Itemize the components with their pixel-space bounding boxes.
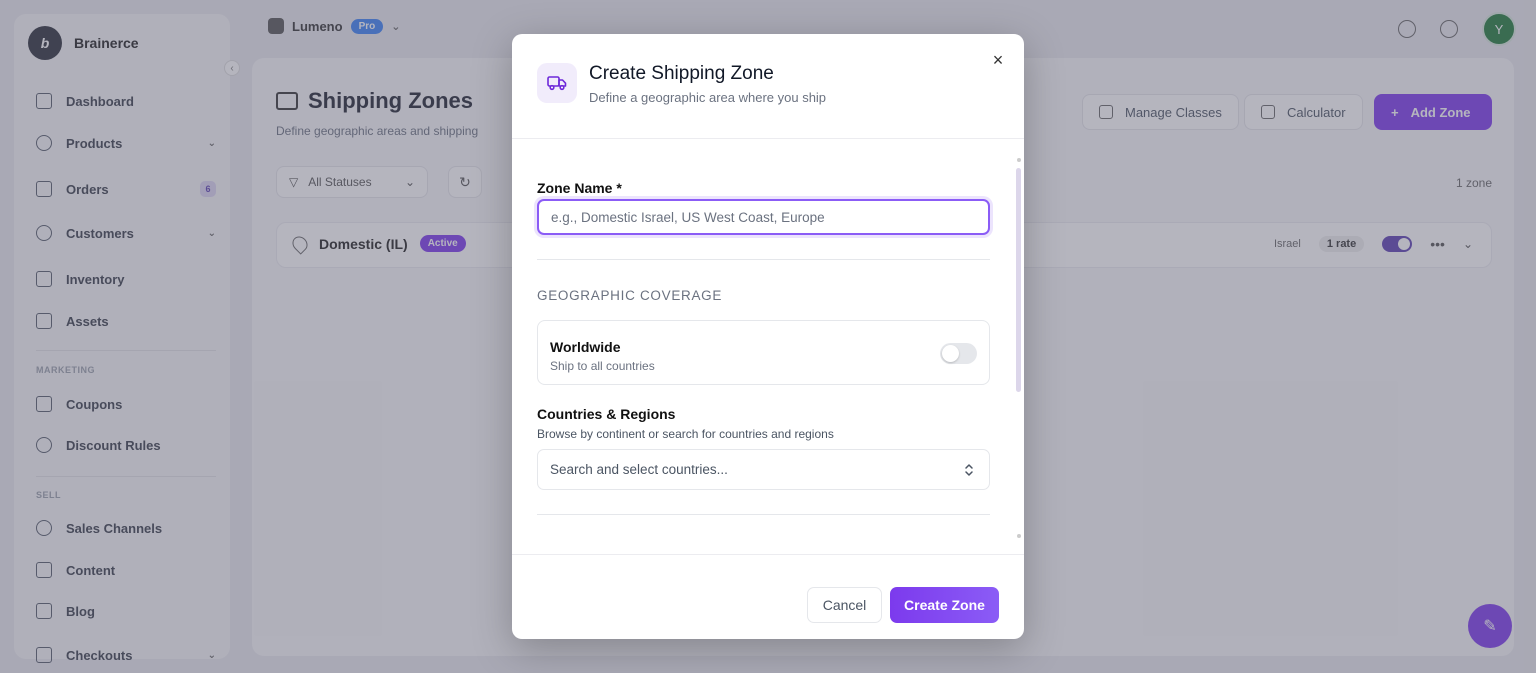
toggle-knob (942, 345, 959, 362)
worldwide-title: Worldwide (550, 339, 621, 355)
divider (537, 259, 990, 260)
truck-icon (537, 63, 577, 103)
geographic-coverage-heading: GEOGRAPHIC COVERAGE (537, 288, 723, 303)
dialog-header: Create Shipping Zone Define a geographic… (512, 34, 1024, 139)
close-button[interactable]: × (988, 50, 1008, 70)
zone-name-input[interactable] (537, 199, 990, 235)
countries-regions-description: Browse by continent or search for countr… (537, 427, 834, 441)
chevron-up-down-icon (965, 464, 973, 476)
scroll-up-arrow[interactable] (1017, 158, 1021, 162)
worldwide-option: Worldwide Ship to all countries (537, 320, 990, 385)
worldwide-description: Ship to all countries (550, 359, 655, 373)
worldwide-toggle[interactable] (940, 343, 977, 364)
countries-regions-label: Countries & Regions (537, 406, 676, 422)
create-zone-button[interactable]: Create Zone (890, 587, 999, 623)
close-icon: × (992, 49, 1004, 70)
create-shipping-zone-dialog: Create Shipping Zone Define a geographic… (512, 34, 1024, 639)
dialog-scrollbar[interactable] (1016, 158, 1022, 538)
dialog-subtitle: Define a geographic area where you ship (589, 90, 827, 105)
country-select-placeholder: Search and select countries... (550, 462, 728, 477)
divider (537, 514, 990, 515)
cancel-button[interactable]: Cancel (807, 587, 882, 623)
scroll-down-arrow[interactable] (1017, 534, 1021, 538)
dialog-title: Create Shipping Zone (589, 63, 774, 84)
country-select[interactable]: Search and select countries... (537, 449, 990, 490)
scroll-thumb[interactable] (1016, 168, 1021, 392)
dialog-footer: Cancel Create Zone (512, 554, 1024, 639)
zone-name-label: Zone Name * (537, 180, 622, 196)
